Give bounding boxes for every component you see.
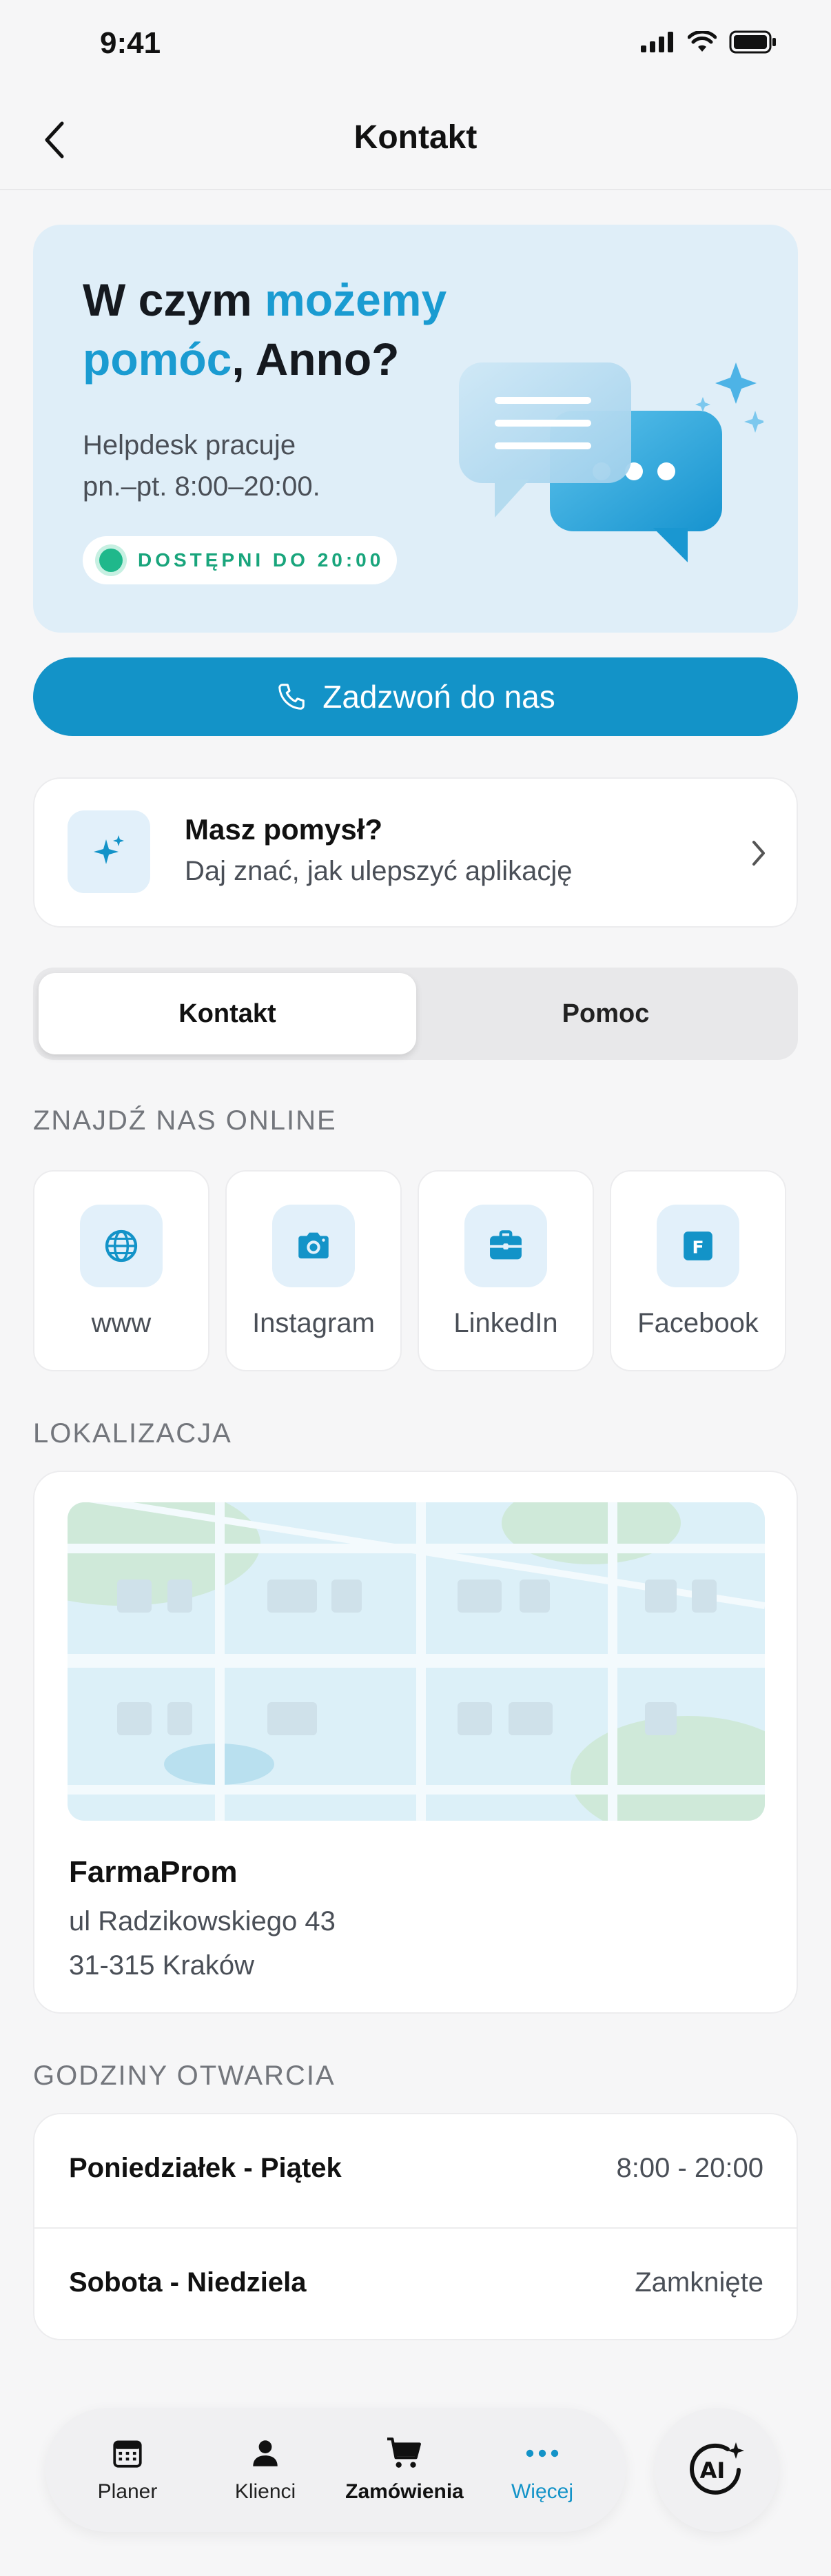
section-label-hours: GODZINY OTWARCIA <box>33 2061 336 2091</box>
ai-assistant-button[interactable]: AI <box>655 2408 779 2532</box>
ai-sparkle-icon: AI <box>690 2442 744 2495</box>
section-label-online: ZNAJDŹ NAS ONLINE <box>33 1105 337 1136</box>
location-name: FarmaProm <box>69 1855 238 1889</box>
globe-icon <box>80 1205 163 1287</box>
location-card: FarmaProm ul Radzikowskiego 43 31-315 Kr… <box>33 1471 798 2014</box>
social-label: LinkedIn <box>453 1308 558 1338</box>
svg-text:F: F <box>692 1237 704 1257</box>
hours-row: Poniedziałek - Piątek 8:00 - 20:00 <box>34 2114 797 2227</box>
hero-title: W czym możemy pomóc, Anno? <box>83 274 447 385</box>
social-label: Facebook <box>637 1308 759 1338</box>
status-time: 9:41 <box>100 26 161 60</box>
page-title: Kontakt <box>353 119 478 156</box>
hero-card: W czym możemy pomóc, Anno? Helpdesk pracu… <box>33 225 798 633</box>
camera-icon <box>272 1205 355 1287</box>
chevron-right-icon <box>752 841 765 866</box>
tab-kontakt[interactable]: Kontakt <box>39 973 416 1054</box>
availability-badge: DOSTĘPNI DO 20:00 <box>83 536 397 584</box>
nav-zamowienia[interactable]: Zamówienia <box>336 2408 473 2532</box>
section-label-location: LOKALIZACJA <box>33 1418 232 1449</box>
nav-wiecej[interactable]: Więcej <box>473 2408 611 2532</box>
tab-pomoc[interactable]: Pomoc <box>419 973 792 1054</box>
briefcase-icon <box>464 1205 547 1287</box>
header-divider <box>0 189 831 190</box>
segmented-control: Kontakt Pomoc <box>33 968 798 1060</box>
status-dot-icon <box>99 549 123 572</box>
hours-value: 8:00 - 20:00 <box>616 2153 764 2183</box>
person-icon <box>253 2440 278 2466</box>
social-label: Instagram <box>252 1308 375 1338</box>
battery-icon <box>729 30 776 54</box>
social-linkedin[interactable]: LinkedIn <box>418 1170 594 1371</box>
chat-bubbles-illustration <box>459 362 763 562</box>
social-label: www <box>91 1308 152 1338</box>
signal-icon <box>641 32 673 52</box>
opening-hours-card: Poniedziałek - Piątek 8:00 - 20:00 Sobot… <box>33 2113 798 2340</box>
svg-text:AI: AI <box>700 2457 726 2484</box>
hours-day: Poniedziałek - Piątek <box>69 2153 342 2183</box>
nav-klienci[interactable]: Klienci <box>196 2408 334 2532</box>
hours-day: Sobota - Niedziela <box>69 2267 307 2298</box>
social-facebook[interactable]: F Facebook <box>610 1170 786 1371</box>
location-address: ul Radzikowskiego 43 31-315 Kraków <box>69 1906 336 1981</box>
map-view[interactable] <box>68 1502 765 1821</box>
calendar-icon <box>113 2440 142 2468</box>
status-icons <box>641 30 777 54</box>
social-www[interactable]: www <box>33 1170 209 1371</box>
phone-icon <box>278 684 305 710</box>
sparkles-icon <box>68 810 150 893</box>
idea-title: Masz pomysł? <box>185 813 383 846</box>
helpdesk-hours-text: Helpdesk pracuje pn.–pt. 8:00–20:00. <box>83 430 320 502</box>
facebook-icon: F <box>657 1205 739 1287</box>
bottom-navigation: Planer Klienci Zamówienia Więcej <box>45 2408 626 2532</box>
cart-icon <box>387 2437 421 2468</box>
more-dots-icon <box>526 2449 559 2457</box>
social-instagram[interactable]: Instagram <box>225 1170 402 1371</box>
hours-row: Sobota - Niedziela Zamknięte <box>34 2229 797 2342</box>
wifi-icon <box>688 31 717 52</box>
hours-value: Zamknięte <box>635 2267 763 2298</box>
idea-feedback-card[interactable]: Masz pomysł? Daj znać, jak ulepszyć apli… <box>33 777 798 928</box>
idea-subtitle: Daj znać, jak ulepszyć aplikację <box>185 856 573 886</box>
call-us-button[interactable]: Zadzwoń do nas <box>33 657 798 736</box>
nav-planer[interactable]: Planer <box>59 2408 196 2532</box>
